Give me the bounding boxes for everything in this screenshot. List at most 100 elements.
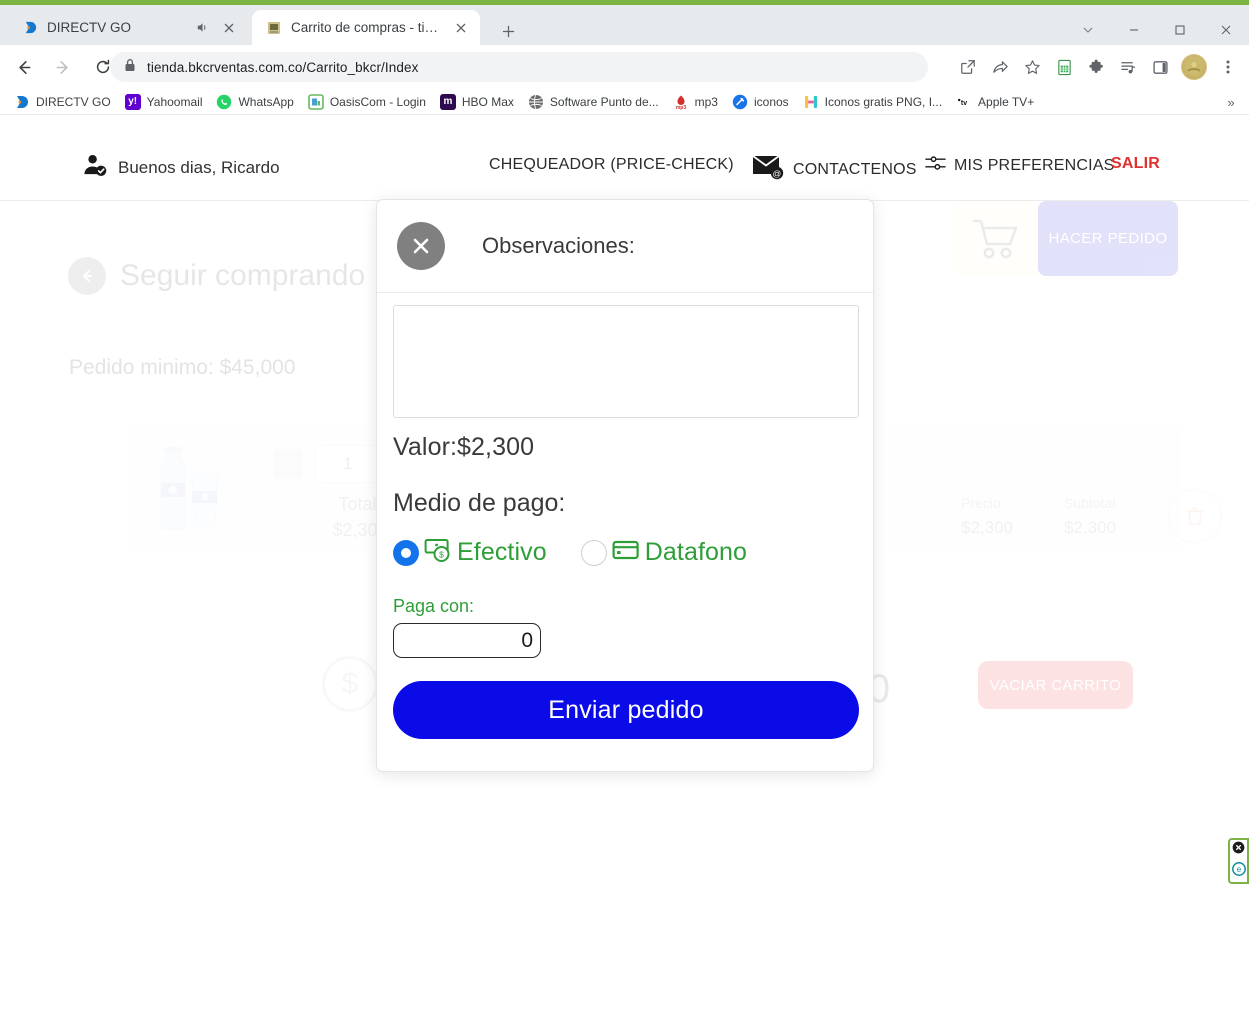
subtotal-value: $2,300 <box>1064 518 1116 537</box>
seguir-comprando-label: Seguir comprando <box>120 259 366 292</box>
star-bookmark-icon[interactable] <box>1017 52 1047 82</box>
bookmark-oasiscom-login[interactable]: OasisCom - Login <box>301 91 433 113</box>
flaticon-icon <box>803 94 819 110</box>
modal-header: Observaciones: <box>377 200 873 293</box>
observaciones-textarea[interactable] <box>393 305 859 418</box>
credit-card-icon <box>612 539 640 566</box>
three-dot-menu-icon[interactable] <box>1213 52 1243 82</box>
page-viewport: Buenos dias, Ricardo CHEQUEADOR (PRICE-C… <box>0 116 1249 1029</box>
vaciar-carrito-button[interactable]: VACIAR CARRITO <box>978 661 1133 709</box>
medio-de-pago-label: Medio de pago: <box>393 489 566 517</box>
address-bar-url: tienda.bkcrventas.com.co/Carrito_bkcr/In… <box>147 59 419 75</box>
dollar-circle-icon: $ <box>322 656 378 712</box>
bookmark-label: OasisCom - Login <box>329 94 426 109</box>
nav-link-chequeador[interactable]: CHEQUEADOR (PRICE-CHECK) <box>489 156 734 174</box>
playlist-music-icon[interactable] <box>1113 52 1143 82</box>
nav-link-contactenos[interactable]: @ CONTACTENOS <box>752 154 917 185</box>
close-x-icon[interactable] <box>397 222 445 270</box>
window-maximize-button[interactable] <box>1157 10 1203 50</box>
radio-datafono[interactable] <box>580 539 607 566</box>
bookmarks-overflow-chevron-icon[interactable]: » <box>1221 92 1241 112</box>
hacer-pedido-group[interactable]: HACER PEDIDO <box>954 201 1178 276</box>
window-close-button[interactable] <box>1203 10 1249 50</box>
bookmark-iconos-gratis-png[interactable]: Iconos gratis PNG, I... <box>796 91 949 113</box>
oasiscom-icon <box>308 93 324 110</box>
bookmark-label: Apple TV+ <box>978 94 1035 109</box>
seguir-comprando-link[interactable]: Seguir comprando <box>68 257 365 295</box>
new-tab-button[interactable] <box>494 17 522 45</box>
nav-label: CONTACTENOS <box>793 160 917 178</box>
edge-side-widget[interactable]: e <box>1228 838 1249 884</box>
subtotal-label: Subtotal <box>1064 495 1116 511</box>
address-bar[interactable]: tienda.bkcrventas.com.co/Carrito_bkcr/In… <box>110 52 928 82</box>
tab-close-icon[interactable] <box>220 19 238 37</box>
share-icon[interactable] <box>985 52 1015 82</box>
bookmark-label: Iconos gratis PNG, I... <box>824 94 943 109</box>
bookmark-whatsapp[interactable]: WhatsApp <box>209 91 300 113</box>
browser-tab-directv-go[interactable]: DIRECTV GO <box>8 10 248 45</box>
payment-method-radio-group: $ Efectivo Datafono <box>393 537 857 568</box>
observaciones-modal: Observaciones: Valor:$2,300 Medio de pag… <box>376 199 874 772</box>
svg-text:mp3: mp3 <box>676 105 687 110</box>
puzzle-extensions-icon[interactable] <box>1081 52 1111 82</box>
directv-icon <box>14 94 30 110</box>
svg-text:e: e <box>1236 865 1241 874</box>
bookmark-label: mp3 <box>694 94 718 109</box>
bookmark-label: iconos <box>753 94 789 109</box>
trash-icon[interactable] <box>1168 489 1222 543</box>
lock-icon <box>124 58 136 77</box>
side-panel-icon[interactable] <box>1145 52 1175 82</box>
bookmark-mp3[interactable]: mp3 mp3 <box>666 91 725 113</box>
tab-close-icon[interactable] <box>452 19 470 37</box>
svg-text:$: $ <box>439 549 444 559</box>
bookmark-yahoomail[interactable]: y! Yahoomail <box>118 91 210 113</box>
precio-value: $2,300 <box>961 518 1013 537</box>
bookmark-label: Software Punto de... <box>549 94 659 109</box>
iconos-icon <box>732 94 748 110</box>
browser-tab-strip: DIRECTV GO Carrito de compras - tiendabk… <box>0 5 1249 45</box>
bookmark-apple-tv-plus[interactable]: tv Apple TV+ <box>949 91 1041 113</box>
shopping-cart-icon <box>954 201 1038 276</box>
payment-option-label: Datafono <box>644 538 747 566</box>
radio-efectivo[interactable] <box>393 539 419 566</box>
precio-label: Precio <box>961 495 1001 511</box>
minus-bag-icon[interactable]: − <box>273 449 303 479</box>
cash-money-icon: $ <box>424 537 452 568</box>
bookmark-hbo-max[interactable]: m HBO Max <box>433 91 521 113</box>
site-favicon-icon <box>266 20 282 36</box>
globe-icon <box>528 94 544 110</box>
back-arrow-icon[interactable] <box>6 50 40 84</box>
extension-sheets-icon[interactable] <box>1049 52 1079 82</box>
bookmark-directv-go[interactable]: DIRECTV GO <box>7 91 118 113</box>
browser-tab-carrito[interactable]: Carrito de compras - tiendabkcr <box>252 10 480 45</box>
payment-option-efectivo[interactable]: $ Efectivo <box>393 537 547 568</box>
quantity-value[interactable]: 1 <box>315 445 381 483</box>
profile-avatar[interactable] <box>1181 54 1207 80</box>
valor-text: Valor:$2,300 <box>393 433 535 461</box>
open-in-new-icon[interactable] <box>953 52 983 82</box>
window-minimize-button[interactable] <box>1111 10 1157 50</box>
hacer-pedido-button[interactable]: HACER PEDIDO <box>1038 201 1178 276</box>
user-greeting: Buenos dias, Ricardo <box>82 152 280 184</box>
paga-con-input[interactable] <box>393 623 541 658</box>
pedido-minimo-text: Pedido minimo: $45,000 <box>69 356 296 379</box>
enviar-pedido-button[interactable]: Enviar pedido <box>393 681 859 739</box>
bookmark-software-punto-de[interactable]: Software Punto de... <box>521 91 666 113</box>
directv-logo-icon <box>22 20 38 36</box>
close-circle-icon[interactable] <box>1232 841 1245 859</box>
nav-link-mis-preferencias[interactable]: MIS PREFERENCIAS <box>925 154 1115 177</box>
e-circle-icon[interactable]: e <box>1231 862 1246 881</box>
nav-link-salir[interactable]: SALIR <box>1111 155 1160 173</box>
tab-audio-playing-icon[interactable] <box>195 20 211 36</box>
paga-con-label: Paga con: <box>393 596 475 616</box>
modal-body: Valor:$2,300 Medio de pago: $ Efectivo D… <box>377 293 873 771</box>
forward-arrow-icon[interactable] <box>46 50 80 84</box>
tab-search-chevron-down-icon[interactable] <box>1065 10 1111 50</box>
water-bottle-glass-icon <box>126 443 231 533</box>
payment-option-datafono[interactable]: Datafono <box>580 538 747 567</box>
bookmark-iconos[interactable]: iconos <box>725 91 796 113</box>
greeting-text: Buenos dias, Ricardo <box>118 158 280 177</box>
bookmark-label: HBO Max <box>461 94 514 109</box>
svg-text:tv: tv <box>961 100 967 107</box>
mp3-icon: mp3 <box>673 94 689 110</box>
